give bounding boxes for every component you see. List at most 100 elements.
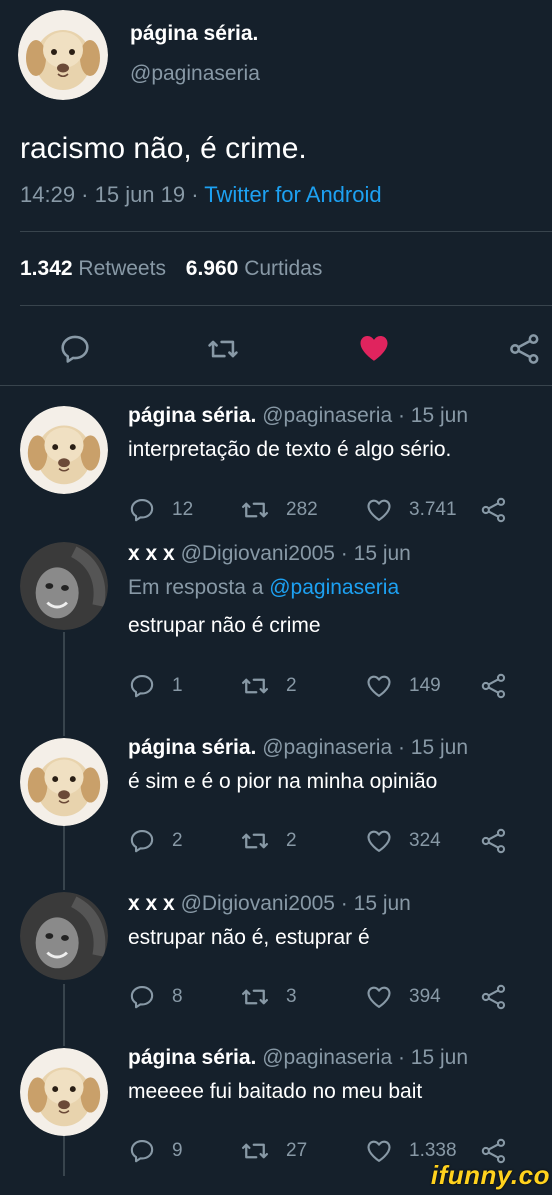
reply-tweet[interactable]: página séria. @paginaseria · 15 jun inte…	[0, 400, 552, 540]
author-name[interactable]: página séria.	[128, 404, 256, 427]
reply-tweet[interactable]: x x x @Digiovani2005 · 15 jun Em respost…	[0, 540, 552, 710]
reply-header: página séria. @paginaseria · 15 jun	[128, 1046, 468, 1070]
reply-header: página séria. @paginaseria · 15 jun	[128, 736, 468, 760]
reply-to-prefix: Em resposta a	[128, 576, 270, 599]
likes-label[interactable]: Curtidas	[244, 257, 322, 280]
share-icon[interactable]	[480, 983, 508, 1011]
share-icon[interactable]	[508, 332, 542, 366]
author-name[interactable]: x x x	[128, 542, 175, 565]
divider	[20, 305, 552, 306]
reply-count: 9	[172, 1140, 183, 1161]
retweet-action[interactable]: 2	[240, 671, 297, 701]
reply-count: 1	[172, 675, 183, 696]
reply-action[interactable]: 8	[128, 982, 183, 1012]
retweet-action[interactable]: 2	[240, 826, 297, 856]
share-action[interactable]	[480, 671, 508, 701]
retweet-icon[interactable]	[206, 332, 240, 366]
share-action[interactable]	[480, 495, 508, 525]
reply-action[interactable]: 1	[128, 671, 183, 701]
retweet-count: 2	[286, 675, 297, 696]
like-count: 3.741	[409, 499, 457, 520]
reply-text: estrupar não é, estuprar é	[128, 926, 370, 949]
reply-icon[interactable]	[128, 983, 156, 1011]
tweet-timestamp: 14:29 · 15 jun 19 ·	[20, 182, 205, 207]
avatar[interactable]	[20, 892, 108, 980]
heart-icon[interactable]	[365, 1137, 393, 1165]
reply-tweet[interactable]: x x x @Digiovani2005 · 15 jun estrupar n…	[0, 890, 552, 1030]
reply-count: 12	[172, 499, 194, 520]
heart-icon[interactable]	[365, 672, 393, 700]
author-meta: @paginaseria · 15 jun	[262, 736, 469, 759]
avatar[interactable]	[20, 738, 108, 826]
reply-icon[interactable]	[128, 1137, 156, 1165]
reply-icon[interactable]	[128, 496, 156, 524]
tweet-meta: 14:29 · 15 jun 19 · Twitter for Android	[20, 182, 382, 208]
heart-icon[interactable]	[365, 496, 393, 524]
reply-count: 8	[172, 986, 183, 1007]
retweet-count: 3	[286, 986, 297, 1007]
like-count: 1.338	[409, 1140, 457, 1161]
retweet-icon[interactable]	[240, 671, 270, 701]
author-name[interactable]: x x x	[128, 892, 175, 915]
retweet-action[interactable]: 282	[240, 495, 318, 525]
avatar[interactable]	[20, 406, 108, 494]
retweet-action[interactable]: 3	[240, 982, 297, 1012]
retweet-icon[interactable]	[240, 495, 270, 525]
retweet-count: 282	[286, 499, 318, 520]
reply-text: é sim e é o pior na minha opinião	[128, 770, 438, 793]
author-meta: @paginaseria · 15 jun	[262, 1046, 469, 1069]
retweets-label[interactable]: Retweets	[78, 257, 166, 280]
heart-icon[interactable]	[365, 983, 393, 1011]
share-icon[interactable]	[480, 496, 508, 524]
retweet-action[interactable]: 27	[240, 1136, 307, 1166]
divider	[0, 385, 552, 386]
reply-to-handle-link[interactable]: @paginaseria	[269, 576, 399, 599]
author-meta: @paginaseria · 15 jun	[262, 404, 469, 427]
reply-action[interactable]: 9	[128, 1136, 183, 1166]
retweet-icon[interactable]	[240, 982, 270, 1012]
share-action[interactable]	[480, 982, 508, 1012]
retweet-count: 27	[286, 1140, 308, 1161]
ifunny-watermark: ifunny.co	[430, 1160, 550, 1190]
like-action[interactable]: 394	[365, 982, 441, 1012]
author-name[interactable]: página séria.	[130, 22, 258, 46]
author-name[interactable]: página séria.	[128, 1046, 256, 1069]
reply-text: estrupar não é crime	[128, 614, 321, 637]
avatar[interactable]	[20, 1048, 108, 1136]
retweets-count[interactable]: 1.342	[20, 257, 73, 280]
author-handle[interactable]: @paginaseria	[130, 62, 260, 86]
divider	[20, 231, 552, 232]
reply-text: meeeee fui baitado no meu bait	[128, 1080, 423, 1103]
reply-to-line: Em resposta a @paginaseria	[128, 576, 399, 600]
reply-action[interactable]: 2	[128, 826, 183, 856]
author-meta: @Digiovani2005 · 15 jun	[180, 542, 411, 565]
reply-tweet[interactable]: página séria. @paginaseria · 15 jun é si…	[0, 734, 552, 874]
like-action[interactable]: 324	[365, 826, 441, 856]
liked-heart-icon[interactable]	[356, 330, 392, 366]
reply-header: página séria. @paginaseria · 15 jun	[128, 404, 468, 428]
reply-icon[interactable]	[128, 827, 156, 855]
reply-icon[interactable]	[128, 672, 156, 700]
share-icon[interactable]	[480, 672, 508, 700]
reply-count: 2	[172, 830, 183, 851]
tweet-source-link[interactable]: Twitter for Android	[204, 182, 381, 207]
like-action[interactable]: 3.741	[365, 495, 457, 525]
tweet-stats: 1.342 Retweets 6.960 Curtidas	[20, 257, 336, 281]
reply-action[interactable]: 12	[128, 495, 193, 525]
share-icon[interactable]	[480, 827, 508, 855]
reply-icon[interactable]	[58, 332, 92, 366]
heart-icon[interactable]	[365, 827, 393, 855]
share-action[interactable]	[480, 826, 508, 856]
retweet-count: 2	[286, 830, 297, 851]
avatar[interactable]	[20, 542, 108, 630]
author-name[interactable]: página séria.	[128, 736, 256, 759]
action-row: 8 3 394	[128, 982, 518, 1012]
reply-header: x x x @Digiovani2005 · 15 jun	[128, 542, 411, 566]
retweet-icon[interactable]	[240, 826, 270, 856]
like-action[interactable]: 149	[365, 671, 441, 701]
tweet-text: racismo não, é crime.	[20, 132, 307, 165]
retweet-icon[interactable]	[240, 1136, 270, 1166]
likes-count[interactable]: 6.960	[186, 257, 239, 280]
avatar[interactable]	[18, 10, 108, 100]
like-count: 324	[409, 830, 441, 851]
